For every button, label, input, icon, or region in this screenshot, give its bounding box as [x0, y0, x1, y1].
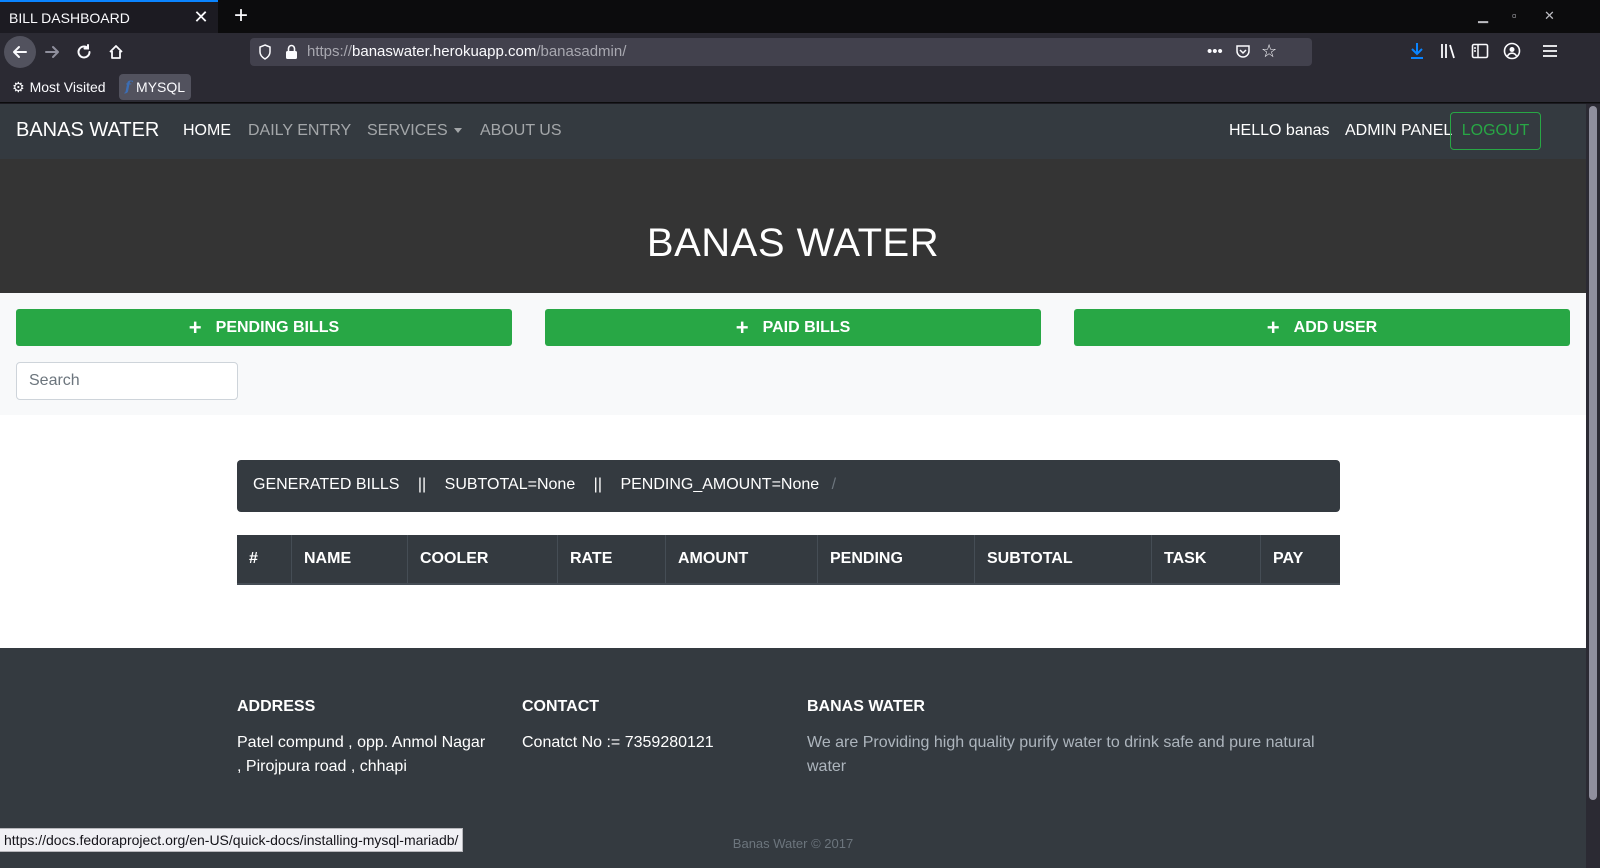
summary-separator: ||: [417, 476, 427, 493]
nav-about-us[interactable]: ABOUT US: [480, 122, 562, 140]
hero-banner: BANAS WATER: [0, 159, 1586, 293]
sidebar-icon[interactable]: [1471, 42, 1489, 60]
column-header-cooler: COOLER: [407, 535, 557, 583]
lock-icon[interactable]: [285, 44, 298, 60]
page-actions-icon[interactable]: •••: [1207, 43, 1223, 60]
plus-icon: +: [735, 314, 749, 340]
column-header-name: NAME: [291, 535, 407, 583]
logout-button[interactable]: LOGOUT: [1450, 112, 1541, 150]
bookmark-mysql[interactable]: f MYSQL: [119, 74, 192, 100]
add-user-button[interactable]: + ADD USER: [1074, 309, 1570, 346]
footer-about-title: BANAS WATER: [807, 698, 925, 715]
summary-pending-amount: PENDING_AMOUNT=None: [620, 476, 820, 493]
downloads-icon[interactable]: [1409, 42, 1425, 60]
column-header-rate: RATE: [557, 535, 665, 583]
scrollbar-thumb[interactable]: [1589, 106, 1597, 800]
plus-icon: +: [1266, 314, 1280, 340]
search-input[interactable]: [16, 362, 238, 400]
tab-title: BILL DASHBOARD: [9, 9, 130, 26]
nav-home[interactable]: HOME: [183, 122, 231, 140]
window-close-icon[interactable]: ✕: [1544, 8, 1555, 24]
forward-icon[interactable]: [36, 36, 68, 68]
url-bar[interactable]: https://banaswater.herokuapp.com/banasad…: [250, 38, 1312, 66]
minimize-icon[interactable]: ▁: [1478, 8, 1488, 24]
pending-bills-button[interactable]: + PENDING BILLS: [16, 309, 512, 346]
column-header-amount: AMOUNT: [665, 535, 817, 583]
breadcrumb-divider: /: [831, 476, 837, 493]
url-text: https://banaswater.herokuapp.com/banasad…: [307, 43, 627, 60]
restore-icon[interactable]: ▫: [1512, 8, 1517, 23]
browser-tab[interactable]: BILL DASHBOARD ✕: [0, 0, 218, 33]
column-header-index: #: [249, 550, 258, 567]
plus-icon: +: [188, 314, 202, 340]
account-icon[interactable]: [1503, 42, 1521, 60]
footer-contact: CONTACT Conatct No := 7359280121: [522, 698, 782, 755]
new-tab-icon[interactable]: +: [228, 4, 254, 30]
column-header-task: TASK: [1151, 535, 1260, 583]
column-header-subtotal: SUBTOTAL: [974, 535, 1151, 583]
admin-panel-link[interactable]: ADMIN PANEL: [1345, 122, 1452, 140]
page-title: BANAS WATER: [646, 221, 940, 265]
browser-toolbar: https://banaswater.herokuapp.com/banasad…: [0, 33, 1600, 71]
footer-address-line2: , Pirojpura road , chhapi: [237, 758, 407, 775]
home-icon[interactable]: [100, 36, 132, 68]
tracking-shield-icon[interactable]: [258, 44, 272, 60]
menu-icon[interactable]: [1542, 42, 1558, 60]
paid-bills-button[interactable]: + PAID BILLS: [545, 309, 1041, 346]
bookmarks-bar: ⚙ Most Visited f MYSQL: [0, 71, 1600, 103]
back-icon[interactable]: [4, 36, 36, 68]
summary-label: GENERATED BILLS: [253, 476, 400, 493]
footer-contact-text: Conatct No := 7359280121: [522, 734, 714, 751]
bills-table-header: # NAME COOLER RATE AMOUNT PENDING SUBTOT…: [237, 535, 1340, 585]
bills-summary-bar: GENERATED BILLS || SUBTOTAL=None || PEND…: [237, 460, 1340, 512]
nav-daily-entry[interactable]: DAILY ENTRY: [248, 122, 351, 140]
status-bar-link: https://docs.fedoraproject.org/en-US/qui…: [0, 828, 464, 852]
footer-contact-title: CONTACT: [522, 698, 600, 715]
browser-tab-bar: BILL DASHBOARD ✕ + ▁ ▫ ✕: [0, 0, 1600, 33]
bookmark-most-visited[interactable]: ⚙ Most Visited: [6, 74, 112, 100]
greeting-text: HELLO banas: [1229, 122, 1330, 139]
site-brand[interactable]: BANAS WATER: [16, 119, 159, 142]
close-tab-icon[interactable]: ✕: [190, 7, 212, 28]
gear-icon: ⚙: [12, 78, 25, 95]
page-viewport: BANAS WATER HOME DAILY ENTRY SERVICES AB…: [0, 104, 1586, 868]
footer-address: ADDRESS Patel compund , opp. Anmol Nagar…: [237, 698, 497, 779]
column-header-pay: PAY: [1260, 535, 1340, 583]
fedora-icon: f: [125, 79, 132, 95]
footer-address-line1: Patel compund , opp. Anmol Nagar: [237, 734, 486, 751]
footer-about-line2: water: [807, 758, 847, 775]
footer-about-line1: We are Providing high quality purify wat…: [807, 734, 1315, 751]
chevron-down-icon: [453, 128, 462, 134]
library-icon[interactable]: [1440, 42, 1458, 60]
site-navbar: BANAS WATER HOME DAILY ENTRY SERVICES AB…: [0, 104, 1586, 159]
footer-address-title: ADDRESS: [237, 698, 316, 715]
page-scrollbar[interactable]: [1586, 104, 1600, 868]
column-header-pending: PENDING: [817, 535, 974, 583]
nav-services[interactable]: SERVICES: [367, 122, 462, 140]
summary-separator: ||: [593, 476, 602, 493]
footer-about: BANAS WATER We are Providing high qualit…: [807, 698, 1347, 779]
bookmark-star-icon[interactable]: ☆: [1261, 41, 1277, 62]
reload-icon[interactable]: [68, 36, 100, 68]
action-bar: + PENDING BILLS + PAID BILLS + ADD USER: [0, 293, 1586, 415]
pocket-icon[interactable]: [1235, 43, 1251, 63]
summary-subtotal: SUBTOTAL=None: [444, 476, 576, 493]
